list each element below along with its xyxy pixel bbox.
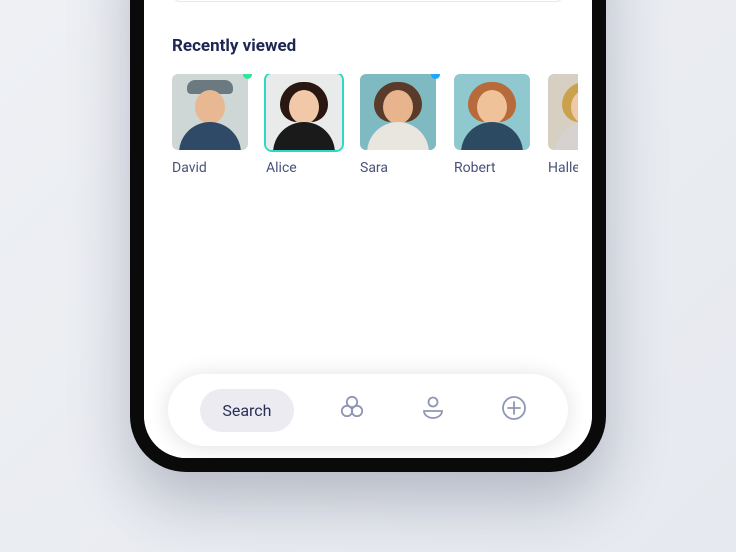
tab-search-label: Search (222, 401, 271, 420)
status-dot (431, 74, 440, 79)
tab-groups[interactable] (330, 388, 374, 432)
filter-card: By office (172, 0, 564, 2)
phone-screen: By office Recently viewed David Alice Sara… (144, 0, 592, 458)
person-name: Halle (548, 160, 578, 176)
avatar[interactable] (172, 74, 248, 150)
avatar-image (360, 74, 436, 150)
person-card[interactable]: Halle (548, 74, 578, 176)
filter-row-by-office[interactable]: By office (173, 0, 563, 1)
avatar-image (266, 74, 342, 150)
avatar-image (548, 74, 578, 150)
recently-viewed-list[interactable]: David Alice Sara Robert Halle (158, 74, 578, 176)
avatar-image (172, 74, 248, 150)
tab-search[interactable]: Search (200, 389, 293, 432)
person-name: David (172, 160, 248, 176)
avatar[interactable] (266, 74, 342, 150)
phone-mockup: By office Recently viewed David Alice Sara… (130, 0, 606, 472)
tabbar: Search (168, 374, 568, 446)
phone-frame: By office Recently viewed David Alice Sara… (130, 0, 606, 472)
plus-circle-icon (499, 393, 529, 427)
avatar[interactable] (360, 74, 436, 150)
profile-icon (418, 393, 448, 427)
app-screen: By office Recently viewed David Alice Sara… (144, 0, 592, 458)
section-title-recently-viewed: Recently viewed (172, 36, 564, 56)
tab-profile[interactable] (411, 388, 455, 432)
tabbar-container: Search (158, 374, 578, 458)
person-name: Robert (454, 160, 530, 176)
person-name: Alice (266, 160, 342, 176)
status-dot (243, 74, 252, 79)
person-name: Sara (360, 160, 436, 176)
avatar-image (454, 74, 530, 150)
person-card[interactable]: David (172, 74, 248, 176)
avatar[interactable] (548, 74, 578, 150)
person-card[interactable]: Sara (360, 74, 436, 176)
person-card[interactable]: Robert (454, 74, 530, 176)
person-card[interactable]: Alice (266, 74, 342, 176)
avatar[interactable] (454, 74, 530, 150)
tab-add[interactable] (492, 388, 536, 432)
groups-icon (337, 393, 367, 427)
